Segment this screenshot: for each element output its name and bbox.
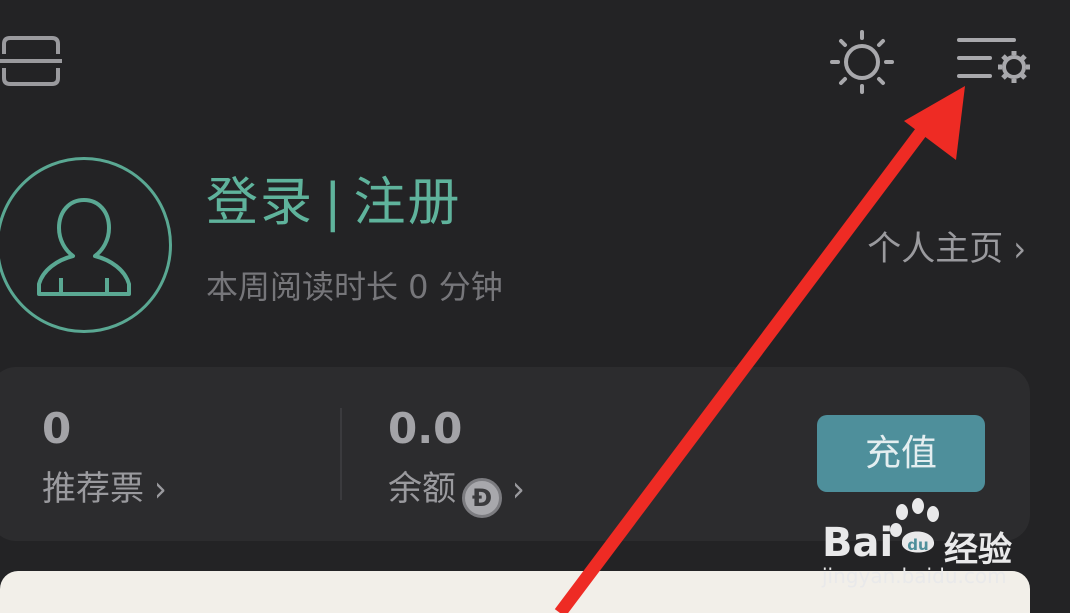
annotation-arrow xyxy=(554,86,965,613)
profile-screen: 登录 | 注册 本周阅读时长 0 分钟 个人主页 › 0 推荐票 › 0.0 余额 Đ › … xyxy=(0,0,1070,613)
